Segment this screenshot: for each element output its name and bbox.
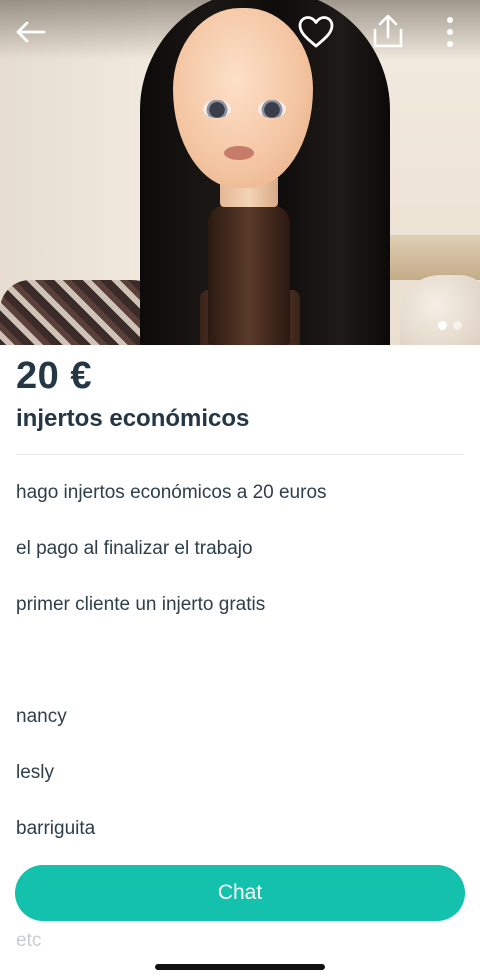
share-button[interactable] bbox=[366, 10, 410, 54]
favorite-button[interactable] bbox=[294, 10, 338, 54]
more-options-button[interactable] bbox=[428, 10, 472, 54]
listing-price: 20 € bbox=[16, 355, 92, 397]
description-line: barriguita bbox=[16, 818, 96, 839]
back-arrow-icon bbox=[16, 21, 46, 43]
description-line: lesly bbox=[16, 762, 55, 783]
gallery-dot-active[interactable] bbox=[438, 321, 447, 330]
description-line: hago injertos económicos a 20 euros bbox=[16, 482, 327, 503]
gallery-pagination bbox=[438, 321, 462, 330]
description-line: nancy bbox=[16, 706, 67, 727]
listing-photo[interactable] bbox=[0, 0, 480, 345]
more-vertical-icon bbox=[447, 17, 453, 47]
doll-mouth bbox=[224, 146, 254, 160]
description-line: el pago al finalizar el trabajo bbox=[16, 538, 253, 559]
description-line: primer cliente un injerto gratis bbox=[16, 594, 266, 615]
doll-stand bbox=[208, 205, 290, 345]
listing-title: injertos económicos bbox=[16, 405, 250, 432]
divider bbox=[16, 454, 464, 455]
description-line: etc bbox=[16, 930, 42, 951]
photo-towel bbox=[400, 275, 480, 345]
chat-button[interactable]: Chat bbox=[15, 865, 465, 921]
gallery-dot[interactable] bbox=[453, 321, 462, 330]
heart-icon bbox=[298, 16, 334, 48]
doll-head bbox=[173, 8, 313, 188]
doll-eye-left bbox=[203, 100, 231, 118]
home-indicator bbox=[155, 964, 325, 970]
doll-eye-right bbox=[258, 100, 286, 118]
share-icon bbox=[373, 14, 403, 48]
photo-shelf bbox=[385, 235, 480, 280]
back-button[interactable] bbox=[8, 10, 52, 54]
